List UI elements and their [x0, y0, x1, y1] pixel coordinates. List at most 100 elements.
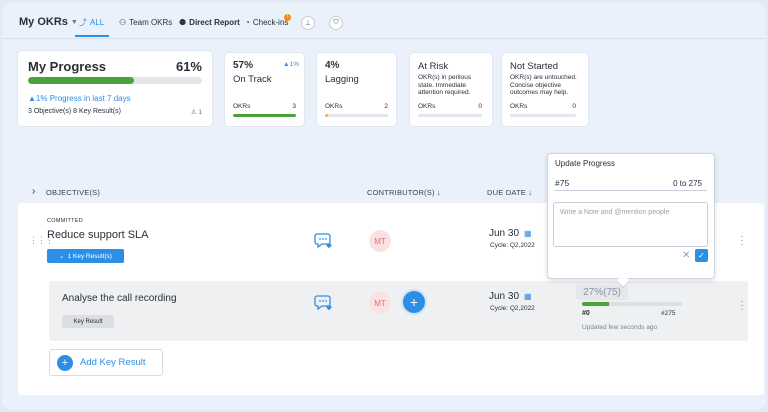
at-risk-okrs-label: OKRs — [418, 103, 436, 110]
at-risk-bar — [418, 114, 482, 117]
notification-badge: ! — [284, 14, 291, 21]
kr-calendar-icon: ▦ — [524, 292, 532, 301]
on-track-bar — [233, 114, 296, 117]
objective-due-date-text: Jun 30 — [489, 228, 520, 239]
expand-all-chevron-icon[interactable]: › — [32, 186, 35, 197]
add-contributor-button[interactable]: + — [403, 291, 425, 313]
on-track-delta: ▲1% — [283, 61, 299, 68]
my-progress-bar-fill — [28, 77, 135, 84]
objective-status: COMMITTED — [47, 218, 84, 224]
lagging-percent: 4% — [325, 60, 340, 71]
on-track-bar-fill — [233, 114, 296, 117]
at-risk-card[interactable]: At Risk OKR(s) in perilous state. Immedi… — [410, 53, 492, 126]
tab-all[interactable]: ⤴ ALL — [79, 18, 104, 27]
lagging-bar-fill — [325, 114, 329, 117]
contributor-avatar[interactable]: MT — [369, 230, 391, 252]
not-started-description: OKR(s) are untouched. Concise objective … — [510, 74, 577, 97]
lagging-bar — [325, 114, 388, 117]
not-started-bar — [510, 114, 576, 117]
objective-more-menu-icon[interactable]: · · · — [740, 232, 744, 250]
check-in-icon: ◔ — [245, 17, 250, 27]
key-result-title[interactable]: Analyse the call recording — [62, 293, 177, 304]
org-chart-icon[interactable]: ⊥ — [301, 16, 315, 30]
kr-cycle: Cycle: Q2,2022 — [490, 305, 535, 312]
lagging-okrs-label: OKRs — [325, 103, 343, 110]
lagging-card[interactable]: 4% Lagging OKRs 2 — [317, 53, 396, 126]
org-icon: ⚉ — [179, 17, 187, 27]
my-progress-delta: ▲1% Progress in last 7 days — [28, 94, 131, 103]
team-icon: ⚇ — [119, 17, 127, 27]
on-track-okrs-label: OKRs — [233, 103, 251, 110]
my-progress-title: My Progress — [28, 59, 107, 74]
person-icon: ♙ — [190, 109, 197, 116]
filter-icon[interactable]: ⛉ — [329, 16, 343, 30]
tab-direct-report-label: Direct Report — [189, 18, 240, 27]
contributors-count: ♙ 1 — [191, 108, 202, 116]
on-track-percent: 57% — [233, 60, 254, 71]
calendar-icon: ▦ — [524, 229, 532, 238]
kr-updated-text: Updated few seconds ago — [582, 324, 658, 331]
key-results-toggle-label: 1 Key Result(s) — [67, 252, 112, 260]
not-started-okrs-label: OKRs — [510, 103, 528, 110]
lagging-okrs-count: 2 — [384, 103, 388, 110]
popover-title: Update Progress — [555, 159, 616, 168]
up-arrow-icon: ▲ — [28, 94, 36, 103]
conversation-icon[interactable] — [313, 231, 333, 251]
nav-divider — [2, 38, 766, 39]
tab-direct-report[interactable]: ⚉ Direct Report — [179, 18, 240, 27]
col-contributors-header[interactable]: CONTRIBUTOR(S) ↓ — [367, 188, 441, 197]
col-objectives-header[interactable]: OBJECTIVE(S) — [46, 188, 100, 197]
my-progress-card: My Progress 61% ▲1% Progress in last 7 d… — [18, 51, 212, 126]
contributors-count-value: 1 — [198, 109, 202, 116]
my-progress-summary: 3 Objective(s) 8 Key Result(s) — [28, 108, 121, 115]
app-frame: My OKRs ▼ ⤴ ALL ⚇ Team OKRs ⚉ Direct Rep… — [2, 2, 766, 410]
my-okrs-dropdown[interactable]: My OKRs ▼ — [19, 16, 78, 28]
close-icon[interactable]: ✕ — [682, 250, 690, 261]
add-key-result-button[interactable]: + Add Key Result — [49, 349, 163, 376]
kr-more-menu-icon[interactable]: · · · — [740, 297, 744, 315]
key-results-toggle-button[interactable]: ⌄ 1 Key Result(s) — [47, 249, 124, 263]
note-textarea[interactable] — [553, 202, 708, 247]
tab-team-okrs-label: Team OKRs — [129, 18, 173, 27]
kr-max-value: #275 — [661, 310, 676, 317]
my-progress-bar — [28, 77, 202, 84]
key-result-tag: Key Result — [62, 315, 114, 328]
key-result-row — [49, 281, 748, 341]
progress-range: 0 to 275 — [673, 179, 702, 188]
not-started-label: Not Started — [510, 61, 559, 72]
on-track-card[interactable]: 57% ▲1% On Track OKRs 3 — [225, 53, 304, 126]
on-track-delta-text: 1% — [289, 61, 299, 68]
kr-due-date[interactable]: Jun 30 ▦ — [489, 291, 532, 302]
kr-contributor-avatar[interactable]: MT — [369, 292, 391, 314]
my-progress-delta-text: 1% Progress in last 7 days — [35, 94, 131, 103]
not-started-okrs-count: 0 — [572, 103, 576, 110]
objective-due-date[interactable]: Jun 30 ▦ — [489, 228, 532, 239]
lagging-label: Lagging — [325, 74, 359, 85]
kr-progress-bar-fill — [582, 302, 609, 306]
tab-check-ins-label: Check-ins — [252, 18, 289, 27]
kr-progress-value[interactable]: 27%(75) — [576, 285, 628, 300]
nav-title-label: My OKRs — [19, 16, 68, 28]
active-tab-indicator — [75, 35, 109, 37]
kr-due-date-text: Jun 30 — [489, 291, 520, 302]
caret-down-icon: ▼ — [70, 18, 78, 26]
at-risk-okrs-count: 0 — [478, 103, 482, 110]
col-due-date-header[interactable]: DUE DATE ↓ — [487, 188, 532, 197]
plus-icon: + — [57, 354, 73, 371]
confirm-check-icon[interactable]: ✓ — [695, 249, 708, 262]
kr-conversation-icon[interactable] — [313, 293, 333, 313]
tab-team-okrs[interactable]: ⚇ Team OKRs — [119, 18, 172, 27]
add-key-result-label: Add Key Result — [80, 357, 146, 368]
chevron-down-icon: ⌄ — [59, 253, 65, 260]
at-risk-description: OKR(s) in perilous state. Immediate atte… — [418, 74, 472, 97]
kr-progress-bar — [582, 302, 682, 306]
not-started-card[interactable]: Not Started OKR(s) are untouched. Concis… — [502, 53, 588, 126]
my-progress-percent: 61% — [175, 59, 202, 74]
kr-min-value: #0 — [582, 310, 590, 317]
objective-title[interactable]: Reduce support SLA — [47, 229, 149, 241]
tab-check-ins[interactable]: ◔ Check-ins — [245, 18, 288, 27]
on-track-okrs-count: 3 — [292, 103, 296, 110]
trend-icon: ⤴ — [79, 17, 87, 27]
at-risk-label: At Risk — [418, 61, 449, 72]
objective-cycle: Cycle: Q2,2022 — [490, 242, 535, 249]
